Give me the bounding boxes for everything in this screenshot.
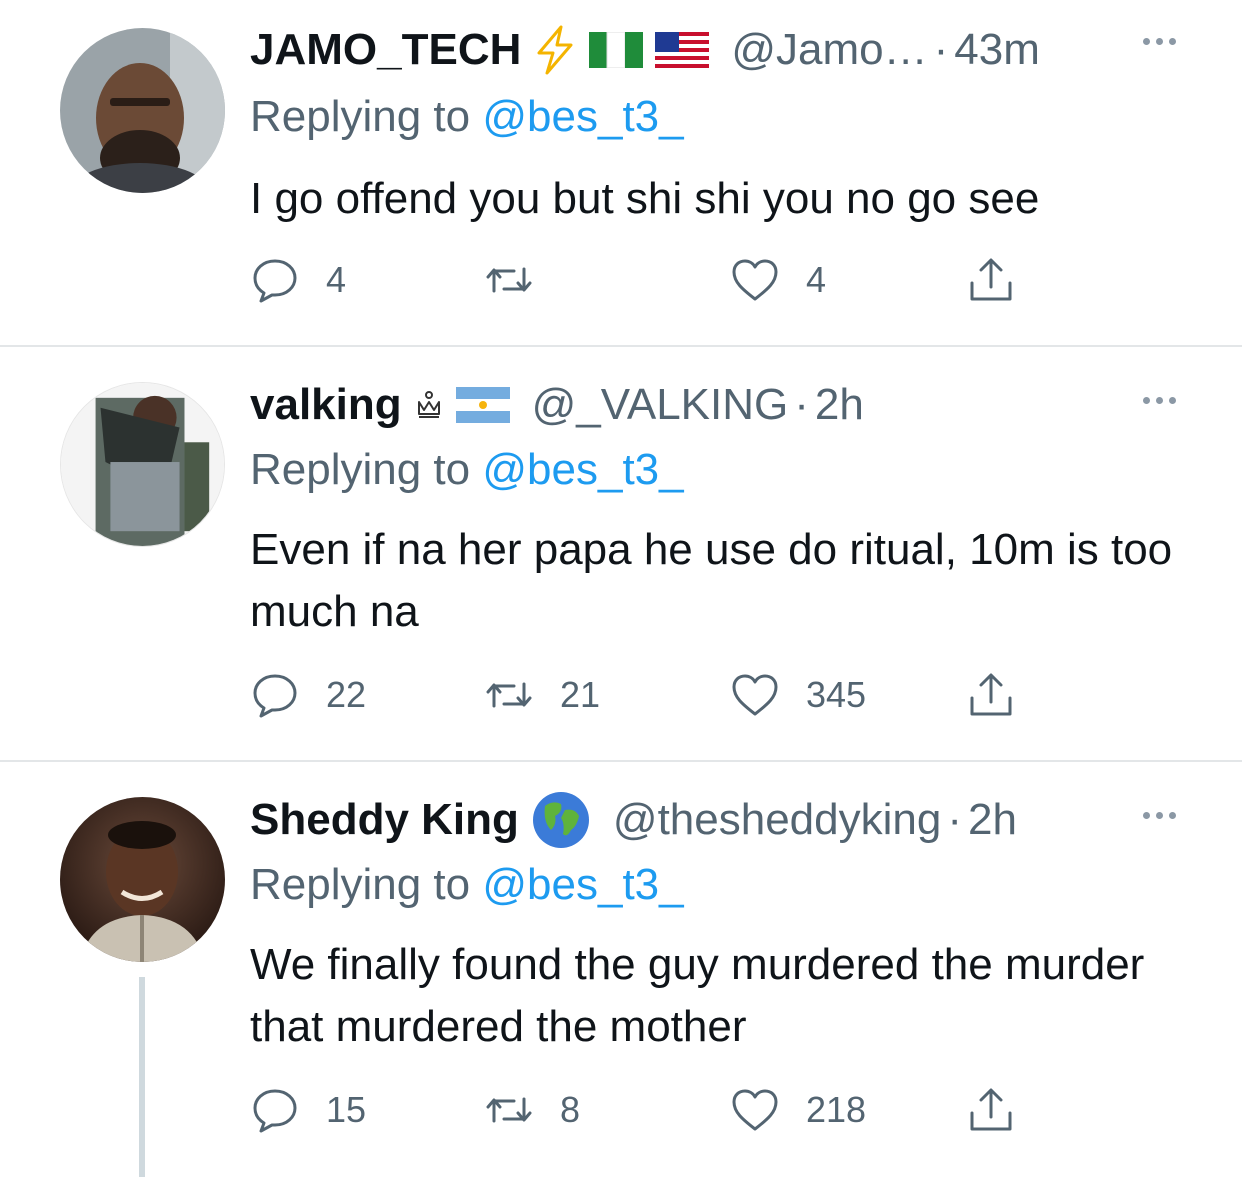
mention-link[interactable]: @bes_t3_ [482, 445, 683, 494]
like-button[interactable]: 345 [730, 667, 866, 723]
like-count: 218 [806, 1089, 867, 1130]
mention-link[interactable]: @bes_t3_ [482, 860, 683, 909]
share-icon [970, 673, 1012, 716]
retweet-button[interactable] [484, 252, 560, 308]
tweet[interactable]: valking @_VALKING · 2h Replying to @bes_… [0, 347, 1242, 760]
handle[interactable]: @Jamo… [731, 25, 927, 75]
heart-icon [732, 259, 778, 301]
reply-icon [253, 259, 297, 303]
avatar[interactable] [60, 28, 225, 193]
tweet-text: I go offend you but shi shi you no go se… [250, 174, 1040, 223]
reply-icon [253, 674, 297, 718]
avatar[interactable] [60, 382, 225, 547]
share-button[interactable] [966, 252, 1016, 308]
replying-to: Replying to @bes_t3_ [250, 92, 684, 142]
lightning-icon [533, 25, 577, 75]
reply-button[interactable]: 15 [250, 1082, 366, 1138]
share-icon [970, 258, 1012, 301]
avatar[interactable] [60, 797, 225, 962]
heart-icon [732, 1089, 778, 1131]
timestamp[interactable]: 2h [815, 380, 864, 430]
more-options-icon[interactable] [1143, 38, 1176, 45]
more-options-icon[interactable] [1143, 397, 1176, 404]
timestamp[interactable]: 43m [954, 25, 1040, 75]
share-button[interactable] [966, 1082, 1016, 1138]
reply-button[interactable]: 4 [250, 252, 346, 308]
usa-flag-icon [655, 32, 710, 68]
reply-count: 4 [326, 259, 347, 300]
handle[interactable]: @thesheddyking [613, 795, 941, 845]
retweet-button[interactable]: 8 [484, 1082, 580, 1138]
reply-count: 15 [326, 1089, 367, 1130]
nigeria-flag-icon [589, 32, 644, 68]
handle[interactable]: @_VALKING [532, 380, 789, 430]
like-button[interactable]: 4 [730, 252, 826, 308]
argentina-flag-icon [455, 387, 510, 423]
tweet-text: Even if na her papa he use do ritual, 10… [250, 525, 1173, 636]
heart-icon [732, 674, 778, 716]
more-options-icon[interactable] [1143, 812, 1176, 819]
timestamp[interactable]: 2h [968, 795, 1017, 845]
like-count: 345 [806, 674, 867, 715]
reply-button[interactable]: 22 [250, 667, 366, 723]
tweet[interactable]: JAMO_TECH @Jamo… · 43m Replying to @bes_… [0, 0, 1242, 345]
tweet-text: We finally found the guy murdered the mu… [250, 940, 1145, 1051]
retweet-count: 8 [560, 1089, 581, 1130]
globe-icon [531, 790, 591, 850]
like-button[interactable]: 218 [730, 1082, 866, 1138]
replying-to: Replying to @bes_t3_ [250, 445, 684, 495]
separator: · [933, 25, 949, 74]
crown-icon [414, 390, 444, 420]
action-bar: 15 8 218 [250, 1082, 1050, 1138]
replying-label: Replying to [250, 92, 483, 141]
retweet-icon [486, 682, 532, 708]
display-name[interactable]: valking [250, 380, 402, 430]
avatar-image [60, 28, 225, 193]
replying-label: Replying to [250, 445, 483, 494]
retweet-button[interactable]: 21 [484, 667, 600, 723]
like-count: 4 [806, 259, 827, 300]
action-bar: 22 21 345 [250, 667, 1050, 723]
retweet-icon [486, 267, 532, 293]
replying-to: Replying to @bes_t3_ [250, 860, 684, 910]
reply-icon [253, 1089, 297, 1133]
tweet[interactable]: Sheddy King @thesheddyking · 2h Replying… [0, 762, 1242, 1177]
reply-count: 22 [326, 674, 367, 715]
share-button[interactable] [966, 667, 1016, 723]
avatar-image [61, 383, 224, 546]
thread-line [139, 977, 145, 1177]
separator: · [794, 380, 809, 429]
display-name[interactable]: JAMO_TECH [250, 25, 521, 75]
retweet-icon [486, 1097, 532, 1123]
action-bar: 4 4 [250, 252, 1050, 308]
replying-label: Replying to [250, 860, 483, 909]
display-name[interactable]: Sheddy King [250, 795, 519, 845]
mention-link[interactable]: @bes_t3_ [482, 92, 683, 141]
retweet-count: 21 [560, 674, 601, 715]
avatar-image [60, 797, 225, 962]
share-icon [970, 1088, 1012, 1131]
separator: · [947, 795, 962, 844]
